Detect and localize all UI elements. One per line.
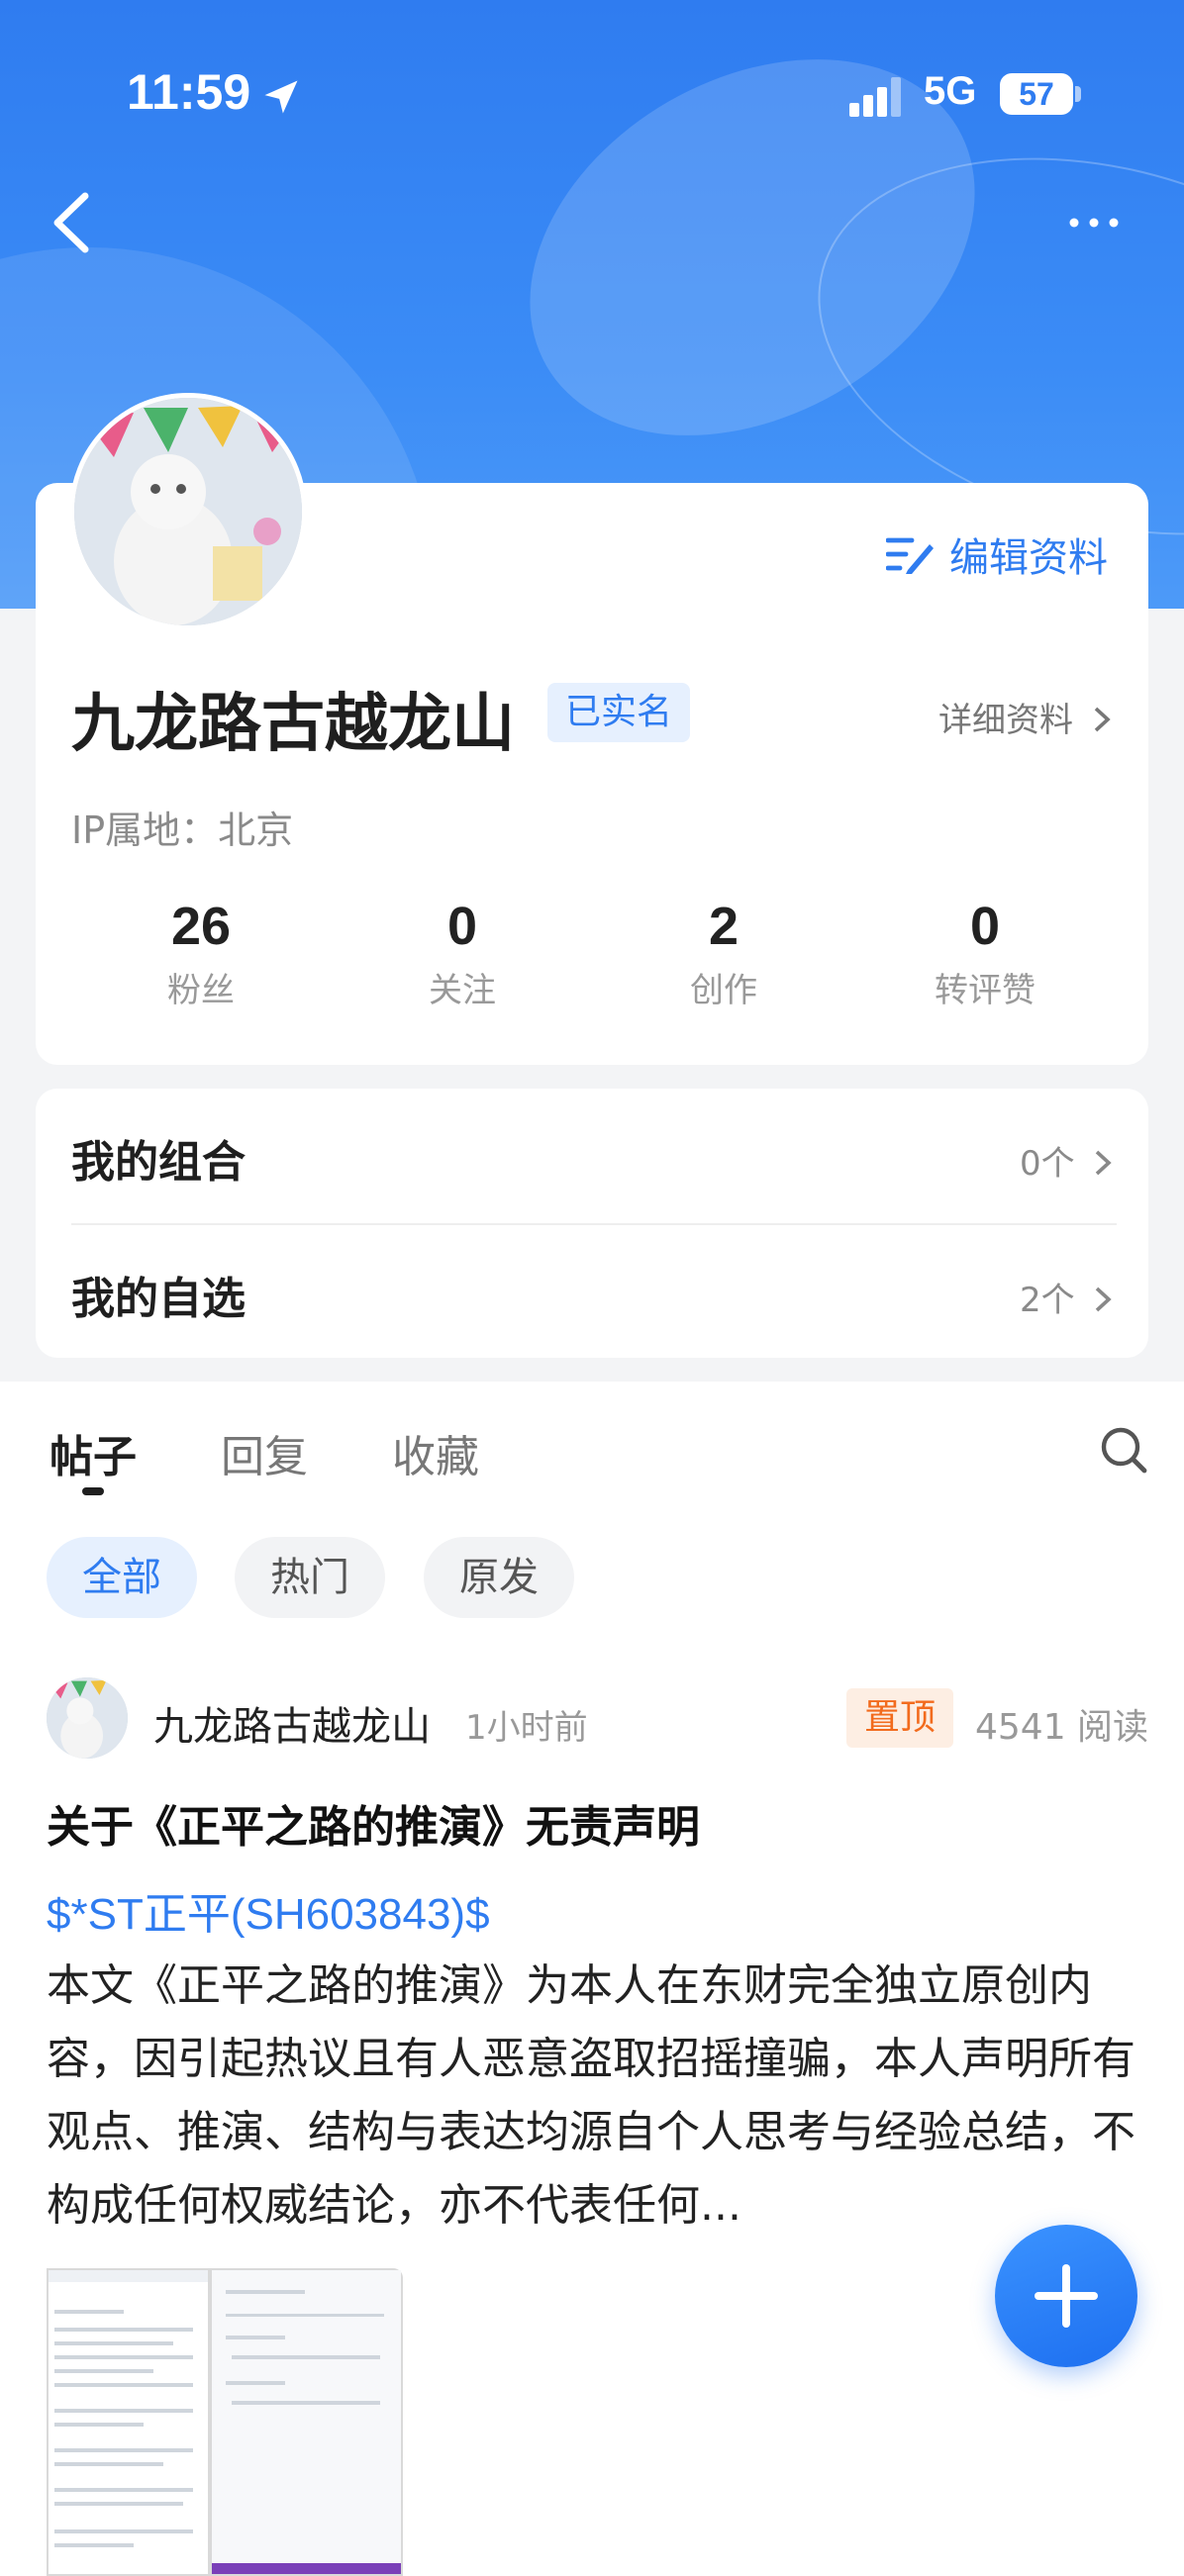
tab-favorites[interactable]: 收藏 — [392, 1421, 479, 1484]
stat-creations[interactable]: 2 创作 — [625, 896, 823, 1011]
filter-original[interactable]: 原发 — [424, 1537, 574, 1618]
tab-indicator — [82, 1487, 104, 1495]
chevron-right-icon — [1094, 707, 1111, 732]
username: 九龙路古越龙山 — [71, 688, 515, 761]
stat-value: 26 — [170, 897, 232, 956]
tab-posts[interactable]: 帖子 — [49, 1421, 137, 1484]
post-time: 1小时前 — [465, 1708, 588, 1748]
my-watchlist-row[interactable]: 我的自选 — [71, 1263, 246, 1326]
detail-profile-link[interactable]: 详细资料 — [938, 693, 1114, 741]
edit-icon — [886, 537, 934, 574]
edit-profile-button[interactable]: 编辑资料 — [886, 525, 1108, 584]
post-body[interactable]: 本文《正平之路的推演》为本人在东财完全独立原创内容，因引起热议且有人恶意盗取招摇… — [47, 1950, 1145, 2242]
watchlist-count-value: 2个 — [1020, 1281, 1075, 1320]
cat-avatar-image — [74, 398, 302, 625]
cat-avatar-image — [47, 1677, 128, 1759]
battery-tip — [1075, 86, 1081, 102]
pinned-badge: 置顶 — [846, 1688, 954, 1748]
status-time: 11:59 — [127, 64, 251, 120]
avatar[interactable] — [69, 393, 307, 630]
verified-badge: 已实名 — [547, 683, 691, 742]
stat-label: 创作 — [690, 971, 757, 1010]
battery-icon: 57 — [1000, 73, 1073, 115]
stat-value: 0 — [969, 897, 1001, 956]
stat-label: 粉丝 — [167, 971, 235, 1010]
stat-interactions[interactable]: 0 转评赞 — [886, 896, 1084, 1011]
more-icon[interactable] — [1064, 208, 1124, 238]
plus-icon — [1035, 2264, 1098, 2328]
read-count: 4541 阅读 — [975, 1707, 1149, 1748]
location-arrow-icon — [264, 80, 298, 114]
stat-value: 0 — [446, 897, 478, 956]
filter-all[interactable]: 全部 — [47, 1537, 197, 1618]
post-image-thumbnail[interactable] — [210, 2268, 403, 2576]
filter-hot[interactable]: 热门 — [235, 1537, 385, 1618]
status-bar: 11:59 5G 57 — [0, 59, 1184, 129]
document-screenshot-image — [212, 2270, 401, 2574]
divider — [71, 1223, 1117, 1225]
post-author-avatar[interactable] — [47, 1677, 128, 1759]
document-screenshot-image — [49, 2270, 208, 2574]
stat-label: 转评赞 — [935, 971, 1036, 1010]
back-icon[interactable] — [46, 188, 95, 257]
create-post-button[interactable] — [995, 2225, 1137, 2367]
portfolio-count[interactable]: 0个 — [1020, 1136, 1115, 1185]
network-type: 5G — [924, 69, 977, 113]
tab-replies[interactable]: 回复 — [221, 1421, 308, 1484]
stock-tag-link[interactable]: $*ST正平(SH603843)$ — [47, 1878, 490, 1942]
stat-value: 2 — [708, 897, 740, 956]
chevron-right-icon — [1096, 1150, 1113, 1176]
post-image-thumbnail[interactable] — [47, 2268, 210, 2576]
stat-following[interactable]: 0 关注 — [363, 896, 561, 1011]
edit-profile-label: 编辑资料 — [949, 535, 1108, 581]
my-portfolio-row[interactable]: 我的组合 — [71, 1126, 246, 1190]
stat-fans[interactable]: 26 粉丝 — [102, 896, 300, 1011]
signal-icon — [849, 77, 901, 117]
post-author-name[interactable]: 九龙路古越龙山 — [153, 1694, 431, 1752]
chevron-right-icon — [1096, 1287, 1113, 1312]
portfolio-count-value: 0个 — [1020, 1144, 1075, 1184]
detail-profile-label: 详细资料 — [938, 701, 1073, 740]
ip-location: IP属地：北京 — [71, 809, 294, 852]
watchlist-count[interactable]: 2个 — [1020, 1273, 1115, 1321]
post-title[interactable]: 关于《正平之路的推演》无责声明 — [47, 1791, 700, 1855]
stat-label: 关注 — [429, 971, 496, 1010]
search-icon[interactable] — [1099, 1425, 1148, 1475]
